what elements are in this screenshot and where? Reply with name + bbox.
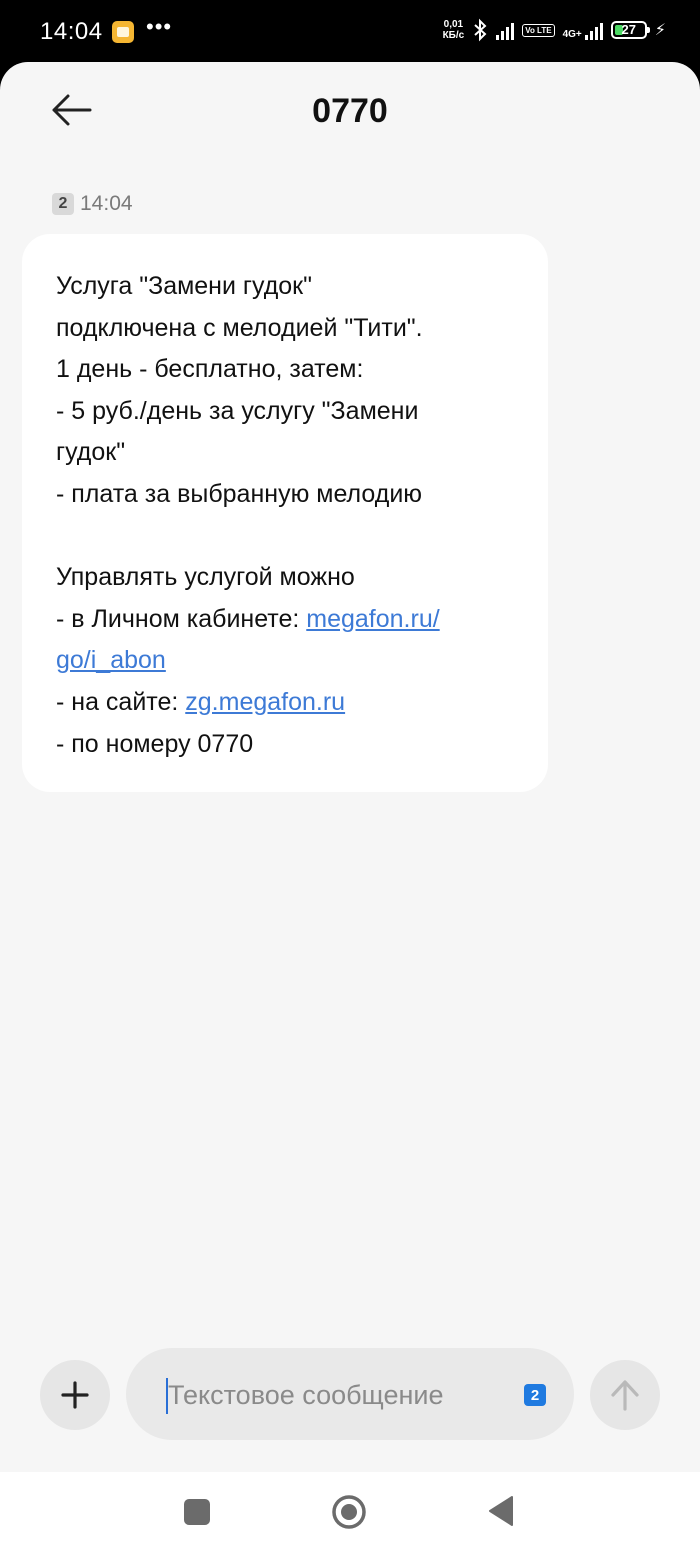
- message-line: подключена с мелодией "Тити".: [56, 313, 423, 342]
- status-bar: 14:04 ••• 0,01 КБ/с Vo LTE 4G+ 27 ⚡: [0, 0, 700, 64]
- net-speed: 0,01 КБ/с: [443, 19, 465, 41]
- message-input[interactable]: Текстовое сообщение 2: [126, 1348, 574, 1440]
- net-speed-value: 0,01: [443, 19, 464, 30]
- message-line: go/i_abon: [56, 640, 514, 682]
- message-text: - на сайте:: [56, 687, 186, 716]
- net-speed-unit: КБ/с: [442, 30, 465, 41]
- plus-icon: [61, 1381, 89, 1409]
- message-time: 14:04: [80, 192, 133, 215]
- message-line: - по номеру 0770: [56, 729, 254, 758]
- home-icon[interactable]: [331, 1494, 367, 1530]
- message-text: - в Личном кабинете:: [56, 604, 307, 633]
- message-line: Управлять услугой можно: [56, 563, 355, 592]
- network-type: 4G+: [562, 29, 582, 40]
- send-arrow-icon: [611, 1380, 639, 1411]
- sim-badge: 2: [52, 193, 74, 215]
- signal-4g-icon: 4G+: [563, 20, 603, 40]
- message-line: - плата за выбранную мелодию: [56, 479, 423, 508]
- conversation-title: 0770: [312, 92, 388, 130]
- sim-select-badge[interactable]: 2: [524, 1384, 546, 1406]
- back-icon[interactable]: [488, 1495, 514, 1527]
- message-line: 1 день - бесплатно, затем:: [56, 355, 364, 384]
- message-line: гудок": [56, 438, 126, 467]
- battery-icon: 27: [610, 21, 650, 39]
- message-meta: 2 14:04: [52, 192, 133, 216]
- message-input-placeholder: Текстовое сообщение: [168, 1380, 444, 1410]
- message-line: - на сайте: zg.megafon.ru: [56, 682, 514, 724]
- messages-app: 0770 2 14:04 Услуга "Замени гудок" подкл…: [0, 62, 700, 1472]
- message-line: - 5 руб./день за услугу "Замени: [56, 396, 419, 425]
- link-zg-megafon[interactable]: zg.megafon.ru: [185, 688, 345, 716]
- link-megafon-cabinet-cont[interactable]: go/i_abon: [56, 646, 166, 674]
- notification-app-icon: [112, 21, 134, 43]
- attach-button[interactable]: [40, 1360, 110, 1430]
- status-icons: 0,01 КБ/с Vo LTE 4G+ 27 ⚡: [443, 18, 666, 42]
- bluetooth-icon: [474, 18, 487, 42]
- message-bubble[interactable]: Услуга "Замени гудок" подключена с мелод…: [22, 234, 548, 792]
- send-button[interactable]: [590, 1360, 660, 1430]
- battery-level: 27: [621, 22, 636, 37]
- charging-icon: ⚡: [654, 22, 666, 39]
- volte-icon: Vo LTE: [522, 23, 555, 37]
- text-caret: [166, 1378, 168, 1414]
- message-line: Услуга "Замени гудок": [56, 272, 312, 300]
- recents-icon[interactable]: [184, 1499, 210, 1525]
- status-time: 14:04: [40, 18, 103, 45]
- message-line: - в Личном кабинете: megafon.ru/: [56, 599, 514, 641]
- navigation-bar: [0, 1472, 700, 1556]
- signal-icon: [496, 20, 515, 40]
- link-megafon-cabinet[interactable]: megafon.ru/: [306, 605, 439, 633]
- more-notifications-icon: •••: [146, 14, 173, 39]
